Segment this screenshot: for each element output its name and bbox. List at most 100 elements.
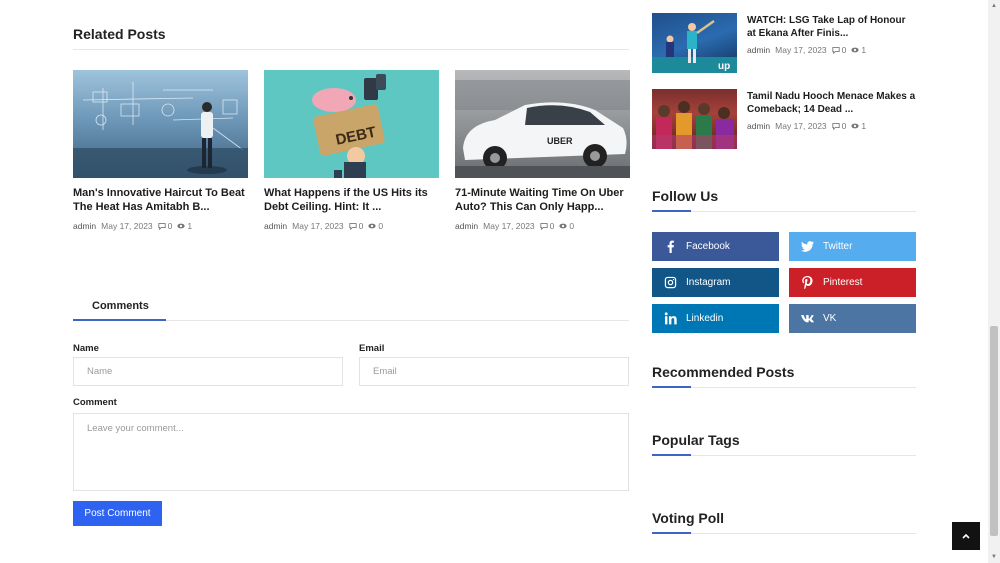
voting-poll-accent [652, 532, 691, 534]
sponsor-logo-text: up [718, 61, 730, 72]
comment-label: Comment [73, 397, 117, 408]
post-date: May 17, 2023 [775, 45, 827, 55]
facebook-icon [667, 240, 674, 253]
related-post-thumbnail[interactable]: UBER [455, 70, 630, 178]
related-post-card[interactable]: Man's Innovative Haircut To Beat The Hea… [73, 70, 248, 231]
voting-poll-heading: Voting Poll [652, 510, 725, 526]
view-count: 1 [861, 45, 867, 55]
linkedin-icon [664, 312, 677, 325]
follow-us-heading: Follow Us [652, 188, 719, 204]
follow-us-accent [652, 210, 691, 212]
popular-tags-accent [652, 454, 691, 456]
twitter-button[interactable]: Twitter [789, 232, 916, 261]
email-input[interactable] [359, 357, 629, 386]
related-post-card[interactable]: UBER 71-Minute Waiting Time On Uber Auto… [455, 70, 630, 231]
instagram-button[interactable]: Instagram [652, 268, 779, 297]
post-meta: admin May 17, 2023 0 1 [747, 45, 917, 55]
linkedin-label: Linkedin [686, 313, 724, 324]
pinterest-button[interactable]: Pinterest [789, 268, 916, 297]
vk-button[interactable]: VK [789, 304, 916, 333]
related-post-card[interactable]: DEBT What Happens if the US Hits its Deb… [264, 70, 439, 231]
post-author[interactable]: admin [264, 221, 287, 231]
name-input[interactable] [73, 357, 343, 386]
business-concept-image [73, 82, 248, 178]
comment-textarea[interactable] [73, 413, 629, 491]
sidebar-post[interactable]: Tamil Nadu Hooch Menace Makes a Comeback… [652, 89, 922, 149]
comment-count: 0 [358, 221, 364, 231]
post-date: May 17, 2023 [483, 221, 535, 231]
post-date: May 17, 2023 [101, 221, 153, 231]
comments-tab-indicator [73, 319, 166, 321]
post-meta: admin May 17, 2023 0 0 [264, 221, 439, 231]
chevron-up-icon [962, 533, 970, 539]
comment-icon [832, 123, 840, 130]
post-meta: admin May 17, 2023 0 1 [747, 121, 917, 131]
post-author[interactable]: admin [747, 45, 770, 55]
follow-us-divider [652, 211, 916, 212]
pinterest-icon [802, 276, 813, 289]
view-count: 0 [569, 221, 575, 231]
related-post-thumbnail[interactable]: DEBT [264, 70, 439, 178]
popular-tags-heading: Popular Tags [652, 432, 740, 448]
comment-icon [158, 223, 166, 230]
related-post-title[interactable]: Man's Innovative Haircut To Beat The Hea… [73, 186, 248, 214]
comment-icon [832, 47, 840, 54]
recommended-posts-heading: Recommended Posts [652, 364, 795, 380]
cricket-image: up [652, 19, 737, 73]
voting-poll-divider [652, 533, 916, 534]
facebook-label: Facebook [686, 241, 730, 252]
post-meta: admin May 17, 2023 0 1 [73, 221, 248, 231]
debt-illustration-image: DEBT [312, 74, 386, 178]
scroll-up-arrow[interactable]: ▲ [988, 0, 1000, 12]
crowd-image [652, 101, 737, 149]
view-count: 1 [187, 221, 193, 231]
related-posts-divider [73, 49, 629, 50]
popular-tags-divider [652, 455, 916, 456]
eye-icon [851, 47, 860, 53]
sidebar-post-thumbnail[interactable] [652, 89, 737, 149]
post-date: May 17, 2023 [292, 221, 344, 231]
comment-count: 0 [549, 221, 555, 231]
sidebar-post-thumbnail[interactable]: up [652, 13, 737, 73]
comment-count: 0 [167, 221, 173, 231]
eye-icon [559, 223, 568, 229]
comment-count: 0 [841, 121, 847, 131]
facebook-button[interactable]: Facebook [652, 232, 779, 261]
twitter-label: Twitter [823, 241, 853, 252]
email-label: Email [359, 343, 385, 354]
post-meta: admin May 17, 2023 0 0 [455, 221, 630, 231]
name-label: Name [73, 343, 99, 354]
related-post-thumbnail[interactable] [73, 70, 248, 178]
comment-icon [349, 223, 357, 230]
recommended-divider [652, 387, 916, 388]
instagram-icon [664, 276, 677, 289]
pinterest-label: Pinterest [823, 277, 863, 288]
linkedin-button[interactable]: Linkedin [652, 304, 779, 333]
tab-comments[interactable]: Comments [92, 300, 149, 312]
related-posts-heading: Related Posts [73, 26, 166, 42]
related-post-title[interactable]: What Happens if the US Hits its Debt Cei… [264, 186, 439, 214]
scroll-down-arrow[interactable]: ▼ [988, 551, 1000, 563]
back-to-top-button[interactable] [952, 522, 980, 550]
comment-count: 0 [841, 45, 847, 55]
post-comment-button[interactable]: Post Comment [73, 501, 162, 526]
scrollbar-thumb[interactable] [990, 326, 998, 536]
uber-car-image: UBER [455, 80, 630, 178]
sidebar-post-title[interactable]: Tamil Nadu Hooch Menace Makes a Comeback… [747, 90, 917, 116]
sidebar-post[interactable]: up WATCH: LSG Take Lap of Honour at Ekan… [652, 13, 922, 73]
vk-icon [801, 315, 814, 323]
comment-icon [540, 223, 548, 230]
sidebar-post-title[interactable]: WATCH: LSG Take Lap of Honour at Ekana A… [747, 14, 917, 40]
twitter-icon [801, 241, 814, 252]
post-author[interactable]: admin [73, 221, 96, 231]
post-author[interactable]: admin [455, 221, 478, 231]
related-post-title[interactable]: 71-Minute Waiting Time On Uber Auto? Thi… [455, 186, 630, 214]
eye-icon [368, 223, 377, 229]
instagram-label: Instagram [686, 277, 731, 288]
view-count: 1 [861, 121, 867, 131]
eye-icon [851, 123, 860, 129]
post-date: May 17, 2023 [775, 121, 827, 131]
recommended-accent [652, 386, 691, 388]
post-author[interactable]: admin [747, 121, 770, 131]
eye-icon [177, 223, 186, 229]
